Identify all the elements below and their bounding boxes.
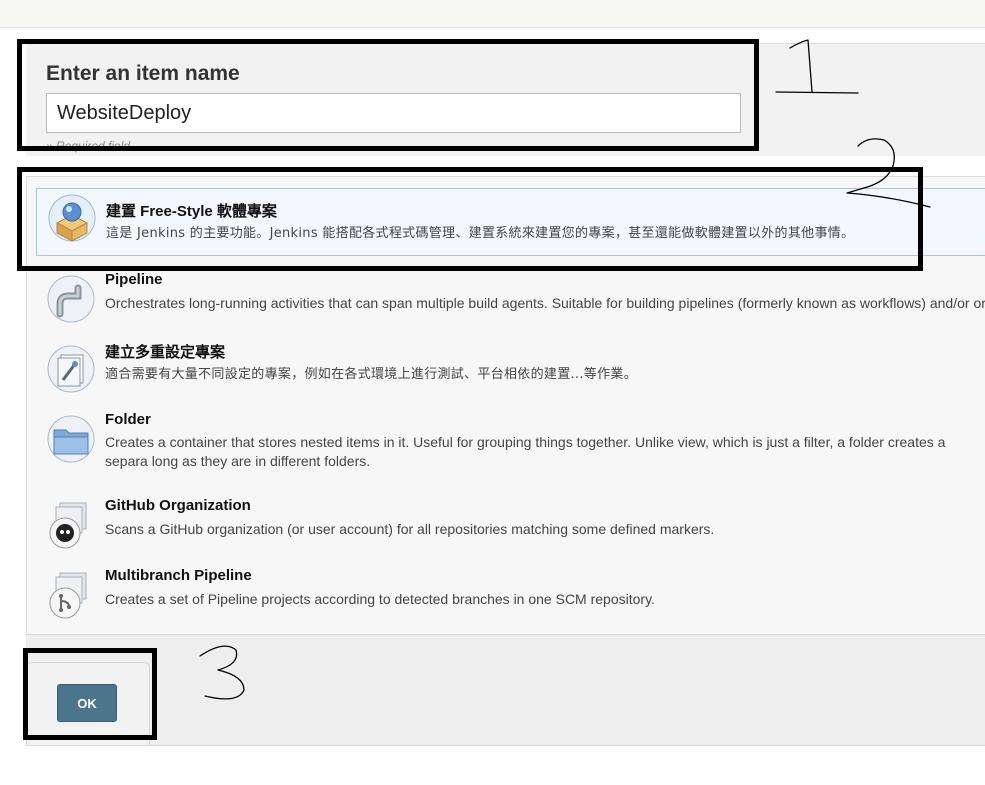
item-description: Scans a GitHub organization (or user acc… xyxy=(105,521,715,537)
item-title: GitHub Organization xyxy=(105,497,251,514)
folder-icon xyxy=(47,415,95,463)
item-name-input[interactable] xyxy=(46,93,741,133)
item-type-pipeline[interactable]: Pipeline Orchestrates long-running activ… xyxy=(36,270,985,330)
item-type-folder[interactable]: Folder Creates a container that stores n… xyxy=(36,410,985,480)
item-title: Pipeline xyxy=(105,271,163,288)
item-description: 這是 Jenkins 的主要功能。Jenkins 能搭配各式程式碼管理、建置系統… xyxy=(106,226,855,241)
multibranch-icon xyxy=(49,572,87,619)
item-type-multi-configuration[interactable]: 建立多重設定專案 適合需要有大量不同設定的專案，例如在各式環境上進行測試、平台相… xyxy=(36,340,985,400)
item-type-freestyle[interactable]: 建置 Free-Style 軟體專案 這是 Jenkins 的主要功能。Jenk… xyxy=(36,188,985,256)
item-description: Creates a container that stores nested i… xyxy=(105,434,946,469)
github-octocat-icon xyxy=(49,502,87,549)
multi-configuration-icon xyxy=(47,345,95,393)
item-description: Orchestrates long-running activities tha… xyxy=(105,295,985,311)
item-type-github-organization[interactable]: GitHub Organization Scans a GitHub organ… xyxy=(36,496,985,556)
item-type-multibranch-pipeline[interactable]: Multibranch Pipeline Creates a set of Pi… xyxy=(36,566,985,626)
item-name-label: Enter an item name xyxy=(46,62,240,85)
item-title: Multibranch Pipeline xyxy=(105,567,252,584)
item-description: Creates a set of Pipeline projects accor… xyxy=(105,591,655,607)
pipeline-pipe-icon xyxy=(47,275,95,323)
item-title: 建立多重設定專案 xyxy=(105,344,226,361)
item-title: Folder xyxy=(105,411,151,428)
freestyle-box-icon xyxy=(48,194,96,242)
top-bar xyxy=(0,0,985,28)
footer-bar xyxy=(26,634,985,746)
item-description: 適合需要有大量不同設定的專案，例如在各式環境上進行測試、平台相依的建置...等作… xyxy=(105,367,637,382)
required-field-note: » Required field xyxy=(46,139,131,153)
item-title: 建置 Free-Style 軟體專案 xyxy=(106,203,277,220)
ok-button[interactable]: OK xyxy=(57,684,117,722)
